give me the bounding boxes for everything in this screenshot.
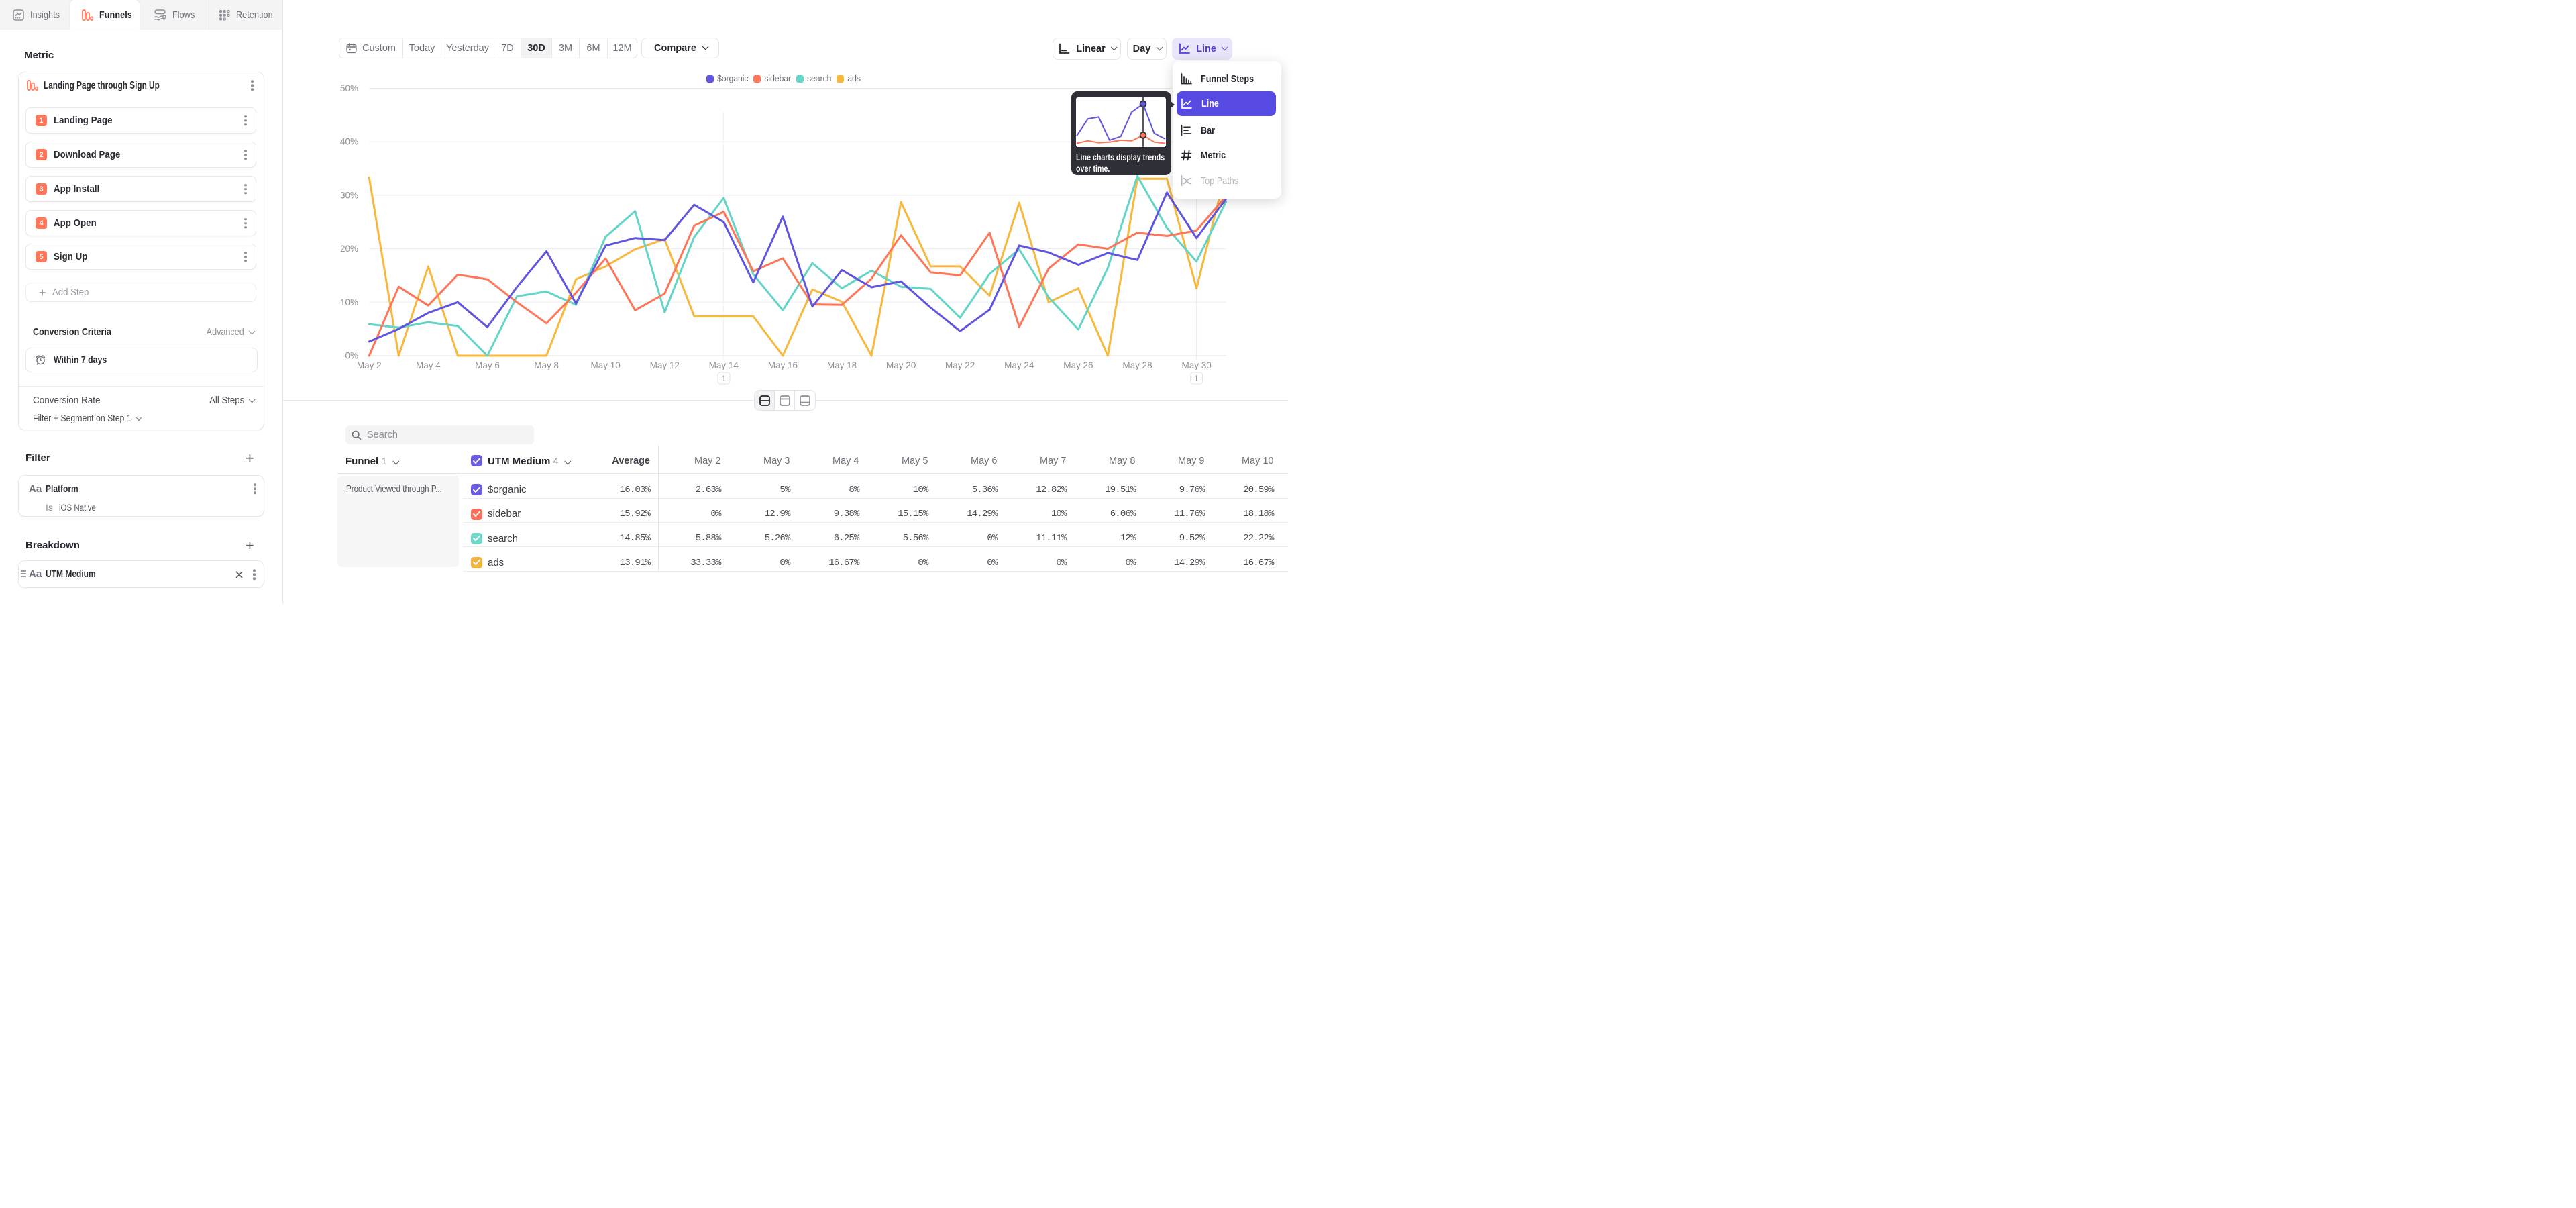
svg-text:May 8: May 8 xyxy=(534,360,559,370)
svg-text:May 14: May 14 xyxy=(709,360,739,370)
svg-text:May 6: May 6 xyxy=(475,360,500,370)
svg-text:May 26: May 26 xyxy=(1063,360,1093,370)
svg-text:May 2: May 2 xyxy=(357,360,382,370)
svg-text:40%: 40% xyxy=(340,137,358,147)
svg-text:May 4: May 4 xyxy=(416,360,441,370)
svg-text:May 16: May 16 xyxy=(768,360,798,370)
svg-text:May 30: May 30 xyxy=(1181,360,1211,370)
svg-text:1: 1 xyxy=(722,374,727,383)
svg-text:May 12: May 12 xyxy=(650,360,680,370)
svg-text:May 18: May 18 xyxy=(827,360,857,370)
svg-text:May 22: May 22 xyxy=(945,360,975,370)
svg-text:May 24: May 24 xyxy=(1004,360,1034,370)
svg-text:50%: 50% xyxy=(340,83,358,93)
svg-text:30%: 30% xyxy=(340,190,358,200)
svg-text:0%: 0% xyxy=(345,351,358,361)
svg-text:May 20: May 20 xyxy=(886,360,916,370)
svg-text:1: 1 xyxy=(1194,374,1199,383)
svg-text:May 10: May 10 xyxy=(591,360,621,370)
svg-text:10%: 10% xyxy=(340,297,358,307)
svg-text:20%: 20% xyxy=(340,244,358,254)
svg-text:May 28: May 28 xyxy=(1122,360,1152,370)
